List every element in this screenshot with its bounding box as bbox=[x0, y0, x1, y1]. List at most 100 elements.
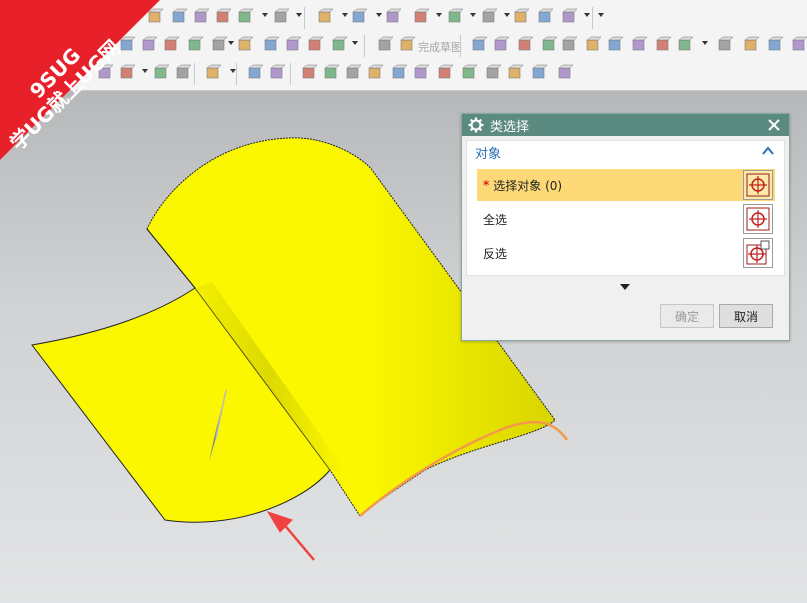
toolbar-tool-icon[interactable] bbox=[192, 8, 210, 26]
toolbar-separator bbox=[592, 7, 593, 29]
more-options-toggle[interactable] bbox=[466, 279, 785, 295]
gear-icon[interactable] bbox=[468, 117, 484, 133]
dropdown-caret-icon[interactable] bbox=[262, 13, 268, 17]
toolbar-tool-icon[interactable] bbox=[330, 36, 348, 54]
toolbar-tool-icon[interactable] bbox=[344, 64, 362, 82]
toolbar-tool-icon[interactable] bbox=[236, 8, 254, 26]
finish-sketch-label[interactable]: 完成草图 bbox=[418, 39, 462, 55]
select-all-row[interactable]: 全选 bbox=[477, 203, 775, 235]
invert-crosshair-icon bbox=[746, 240, 770, 265]
select-all-button[interactable] bbox=[743, 204, 773, 234]
toolbar-tool-icon[interactable] bbox=[186, 36, 204, 54]
toolbar-tool-icon[interactable] bbox=[214, 8, 232, 26]
annotation-arrow bbox=[266, 511, 315, 561]
toolbar-tool-icon[interactable] bbox=[170, 8, 188, 26]
toolbar-separator bbox=[194, 63, 195, 85]
dropdown-caret-icon[interactable] bbox=[436, 13, 442, 17]
toolbar-tool-icon[interactable] bbox=[536, 8, 554, 26]
dropdown-caret-icon[interactable] bbox=[230, 69, 236, 73]
invert-selection-row[interactable]: 反选 bbox=[477, 237, 775, 269]
crosshair-icon bbox=[746, 173, 770, 197]
chevron-down-icon bbox=[620, 284, 630, 290]
toolbar-tool-icon[interactable] bbox=[512, 8, 530, 26]
dropdown-caret-icon[interactable] bbox=[296, 13, 302, 17]
select-object-button[interactable] bbox=[743, 170, 773, 200]
toolbar-tool-icon[interactable] bbox=[654, 36, 672, 54]
toolbar-tool-icon[interactable] bbox=[366, 64, 384, 82]
toolbar-tool-icon[interactable] bbox=[316, 8, 334, 26]
toolbar-tool-icon[interactable] bbox=[540, 36, 558, 54]
toolbar-tool-icon[interactable] bbox=[210, 36, 228, 54]
dropdown-caret-icon[interactable] bbox=[342, 13, 348, 17]
toolbar-tool-icon[interactable] bbox=[470, 36, 488, 54]
dropdown-caret-icon[interactable] bbox=[376, 13, 382, 17]
dialog-title: 类选择 bbox=[490, 119, 530, 135]
toolbar-tool-icon[interactable] bbox=[584, 36, 602, 54]
dropdown-caret-icon[interactable] bbox=[228, 41, 234, 45]
toolbar-tool-icon[interactable] bbox=[742, 36, 760, 54]
group-header[interactable]: 对象 bbox=[467, 141, 784, 163]
toolbar-tool-icon[interactable] bbox=[268, 64, 286, 82]
cancel-button[interactable]: 取消 bbox=[719, 304, 773, 328]
toolbar-tool-icon[interactable] bbox=[436, 64, 454, 82]
toolbar-tool-icon[interactable] bbox=[300, 64, 318, 82]
select-all-label: 全选 bbox=[483, 212, 508, 227]
toolbar-tool-icon[interactable] bbox=[516, 36, 534, 54]
toolbar-tool-icon[interactable] bbox=[480, 8, 498, 26]
brand-badge: 9SUG 学UG就上UG网 bbox=[0, 0, 160, 160]
dialog-title-bar: 类选择 bbox=[462, 114, 789, 136]
toolbar-tool-icon[interactable] bbox=[398, 36, 416, 54]
toolbar-tool-icon[interactable] bbox=[560, 8, 578, 26]
toolbar-tool-icon[interactable] bbox=[262, 36, 280, 54]
toolbar-tool-icon[interactable] bbox=[412, 8, 430, 26]
invert-selection-button[interactable] bbox=[743, 238, 773, 268]
crosshair-icon bbox=[746, 207, 770, 231]
toolbar-tool-icon[interactable] bbox=[484, 64, 502, 82]
toolbar-tool-icon[interactable] bbox=[390, 64, 408, 82]
toolbar-tool-icon[interactable] bbox=[204, 64, 222, 82]
ok-button[interactable]: 确定 bbox=[660, 304, 714, 328]
toolbar-tool-icon[interactable] bbox=[560, 36, 578, 54]
dropdown-caret-icon[interactable] bbox=[702, 41, 708, 45]
chevron-up-icon[interactable] bbox=[762, 146, 774, 156]
toolbar-tool-icon[interactable] bbox=[284, 36, 302, 54]
toolbar-tool-icon[interactable] bbox=[174, 64, 192, 82]
toolbar-tool-icon[interactable] bbox=[460, 64, 478, 82]
toolbar-tool-icon[interactable] bbox=[606, 36, 624, 54]
class-selection-dialog: 类选择 对象 * 选择对象 (0) 全选 反选 确定 取消 bbox=[461, 113, 790, 341]
dropdown-caret-icon[interactable] bbox=[598, 13, 604, 17]
toolbar-tool-icon[interactable] bbox=[236, 36, 254, 54]
toolbar-tool-icon[interactable] bbox=[272, 8, 290, 26]
toolbar-tool-icon[interactable] bbox=[306, 36, 324, 54]
toolbar-tool-icon[interactable] bbox=[376, 36, 394, 54]
select-object-row[interactable]: * 选择对象 (0) bbox=[477, 169, 775, 201]
toolbar-separator bbox=[304, 7, 305, 29]
toolbar-tool-icon[interactable] bbox=[506, 64, 524, 82]
toolbar-tool-icon[interactable] bbox=[492, 36, 510, 54]
dropdown-caret-icon[interactable] bbox=[470, 13, 476, 17]
toolbar-tool-icon[interactable] bbox=[716, 36, 734, 54]
toolbar-tool-icon[interactable] bbox=[556, 64, 574, 82]
toolbar-tool-icon[interactable] bbox=[384, 8, 402, 26]
toolbar-tool-icon[interactable] bbox=[530, 64, 548, 82]
toolbar-separator bbox=[290, 63, 291, 85]
toolbar-separator bbox=[236, 63, 237, 85]
toolbar-tool-icon[interactable] bbox=[790, 36, 807, 54]
dropdown-caret-icon[interactable] bbox=[504, 13, 510, 17]
toolbar-separator bbox=[460, 35, 461, 57]
toolbar-tool-icon[interactable] bbox=[246, 64, 264, 82]
toolbar-tool-icon[interactable] bbox=[676, 36, 694, 54]
dropdown-caret-icon[interactable] bbox=[584, 13, 590, 17]
toolbar-tool-icon[interactable] bbox=[630, 36, 648, 54]
toolbar-tool-icon[interactable] bbox=[412, 64, 430, 82]
close-icon[interactable] bbox=[767, 118, 781, 132]
toolbar-tool-icon[interactable] bbox=[350, 8, 368, 26]
toolbar-tool-icon[interactable] bbox=[322, 64, 340, 82]
toolbar-separator bbox=[364, 35, 365, 57]
group-title: 对象 bbox=[475, 146, 502, 162]
toolbar-tool-icon[interactable] bbox=[446, 8, 464, 26]
object-group: 对象 * 选择对象 (0) 全选 反选 bbox=[466, 140, 785, 276]
toolbar-tool-icon[interactable] bbox=[766, 36, 784, 54]
dropdown-caret-icon[interactable] bbox=[352, 41, 358, 45]
select-object-label: 选择对象 (0) bbox=[493, 178, 563, 193]
